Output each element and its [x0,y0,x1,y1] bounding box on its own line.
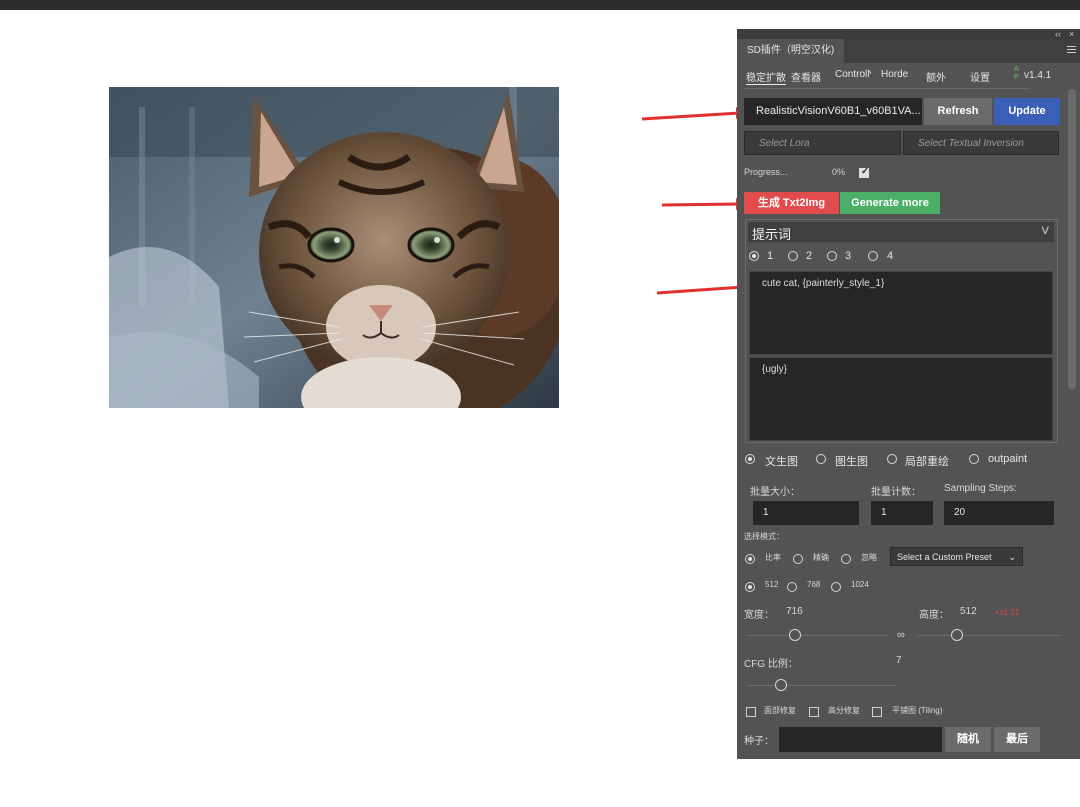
progress-value: 0% [832,167,846,177]
resolution-label: 768 [807,580,821,589]
ap-badge: AP [1014,66,1019,81]
mode-radio-txt2img[interactable] [745,454,755,464]
model-select[interactable]: RealisticVisionV60B1_v60B1VA... [744,98,922,125]
batch-count-label: 批量计数： [871,487,921,498]
ratio-text: +x1.21 [995,608,1020,617]
mode-radio-img2img[interactable] [816,454,826,464]
lora-select[interactable]: Select Lora [744,131,901,155]
generate-more-button[interactable]: Generate more [840,192,940,214]
version-label: v1.4.1 [1024,70,1052,81]
nav-divider [745,88,1030,89]
height-slider-knob[interactable] [951,629,963,641]
resolution-radio-768[interactable] [787,582,797,592]
batch-size-label: 批量大小： [750,487,800,498]
update-button[interactable]: Update [994,98,1060,125]
prompt-slot-label: 1 [767,250,774,262]
chevron-down-icon: ⌄ [1008,552,1016,562]
link-icon[interactable]: ∞ [897,629,905,641]
random-seed-button[interactable]: 随机 [945,727,991,752]
custom-preset-label: Select a Custom Preset [897,552,992,562]
tab-settings[interactable]: 设置 [970,69,990,84]
panel-menu-icon[interactable] [1067,46,1076,55]
cat-image [109,87,559,408]
panel-scrollbar[interactable] [1068,89,1076,389]
chevron-down-icon[interactable]: V [1042,225,1049,237]
positive-prompt-input[interactable]: cute cat, {painterly_style_1} [749,271,1053,355]
sampling-steps-input[interactable]: 20 [944,501,1054,525]
tab-extras[interactable]: 额外 [926,69,946,84]
cfg-slider-track[interactable] [747,685,897,686]
select-mode-radio-ignore[interactable] [841,554,851,564]
height-label: 高度： [919,610,949,621]
prompt-slot-radio-1[interactable] [749,251,759,261]
textual-inversion-select[interactable]: Select Textual Inversion [903,131,1059,155]
tab-controlnet[interactable]: ControlNet [835,69,871,80]
collapse-icon[interactable]: ‹‹ [1055,29,1061,39]
mode-label: 文生图 [765,456,798,468]
width-label: 宽度： [744,610,774,621]
prompt-slot-label: 3 [845,250,852,262]
width-value: 716 [786,606,803,617]
prompt-header[interactable]: 提示词 V [748,222,1054,242]
tiling-label: 平铺图 (Tiling) [892,706,943,715]
select-mode-option: 忽略 [861,553,877,562]
panel-tab-title[interactable]: SD插件（明空汉化) [737,39,845,63]
cfg-label: CFG 比例： [744,659,798,670]
progress-label: Progress... [744,167,788,177]
hires-fix-checkbox[interactable] [809,707,819,717]
close-icon[interactable]: × [1069,29,1074,39]
prompt-title: 提示词 [752,227,792,242]
prompt-slot-label: 2 [806,250,813,262]
prompt-slot-radio-4[interactable] [868,251,878,261]
tab-horde[interactable]: Horde [881,69,908,80]
resolution-label: 512 [765,580,779,589]
refresh-button[interactable]: Refresh [924,98,992,125]
panel-chrome: ‹‹ × [737,29,1080,39]
cfg-value: 7 [896,655,902,666]
mode-label: 局部重绘 [905,456,949,468]
height-value: 512 [960,606,977,617]
select-mode-option: 精确 [813,553,829,562]
prompt-slot-radio-2[interactable] [788,251,798,261]
face-restore-checkbox[interactable] [746,707,756,717]
panel-tabbar: SD插件（明空汉化) [737,39,1080,63]
seed-label: 种子： [744,736,774,747]
resolution-radio-512[interactable] [745,582,755,592]
mode-label: 图生图 [835,456,868,468]
select-mode-option: 比率 [765,553,781,562]
arrow-to-model [641,107,748,121]
tiling-checkbox[interactable] [872,707,882,717]
hires-fix-label: 高分修复 [828,706,860,715]
tab-stable-diffusion[interactable]: 稳定扩散 [746,69,786,85]
select-mode-radio-ratio[interactable] [745,554,755,564]
mode-label: outpaint [988,453,1028,465]
seed-input[interactable] [779,727,942,752]
mode-radio-inpaint[interactable] [887,454,897,464]
resolution-label: 1024 [851,580,869,589]
resolution-radio-1024[interactable] [831,582,841,592]
batch-count-input[interactable]: 1 [871,501,933,525]
app-top-bar [0,0,1080,10]
select-mode-radio-precise[interactable] [793,554,803,564]
prompt-slot-label: 4 [887,250,894,262]
tab-viewer[interactable]: 查看器 [791,69,821,84]
progress-checkbox[interactable]: ✓ [859,166,869,178]
last-seed-button[interactable]: 最后 [994,727,1040,752]
sd-plugin-panel: ‹‹ × SD插件（明空汉化) 稳定扩散 查看器 ControlNet Hord… [737,29,1080,759]
select-mode-label: 选择模式： [744,532,784,541]
sampling-steps-label: Sampling Steps: [944,483,1017,494]
width-slider-knob[interactable] [789,629,801,641]
batch-size-input[interactable]: 1 [753,501,859,525]
cfg-slider-knob[interactable] [775,679,787,691]
mode-radio-outpaint[interactable] [969,454,979,464]
width-slider-track[interactable] [747,635,887,636]
custom-preset-select[interactable]: Select a Custom Preset ⌄ [890,547,1023,566]
height-slider-track[interactable] [917,635,1060,636]
prompt-slot-radio-3[interactable] [827,251,837,261]
face-restore-label: 面部修复 [764,706,796,715]
negative-prompt-input[interactable]: {ugly} [749,357,1053,441]
generate-button[interactable]: 生成 Txt2Img [744,192,839,214]
